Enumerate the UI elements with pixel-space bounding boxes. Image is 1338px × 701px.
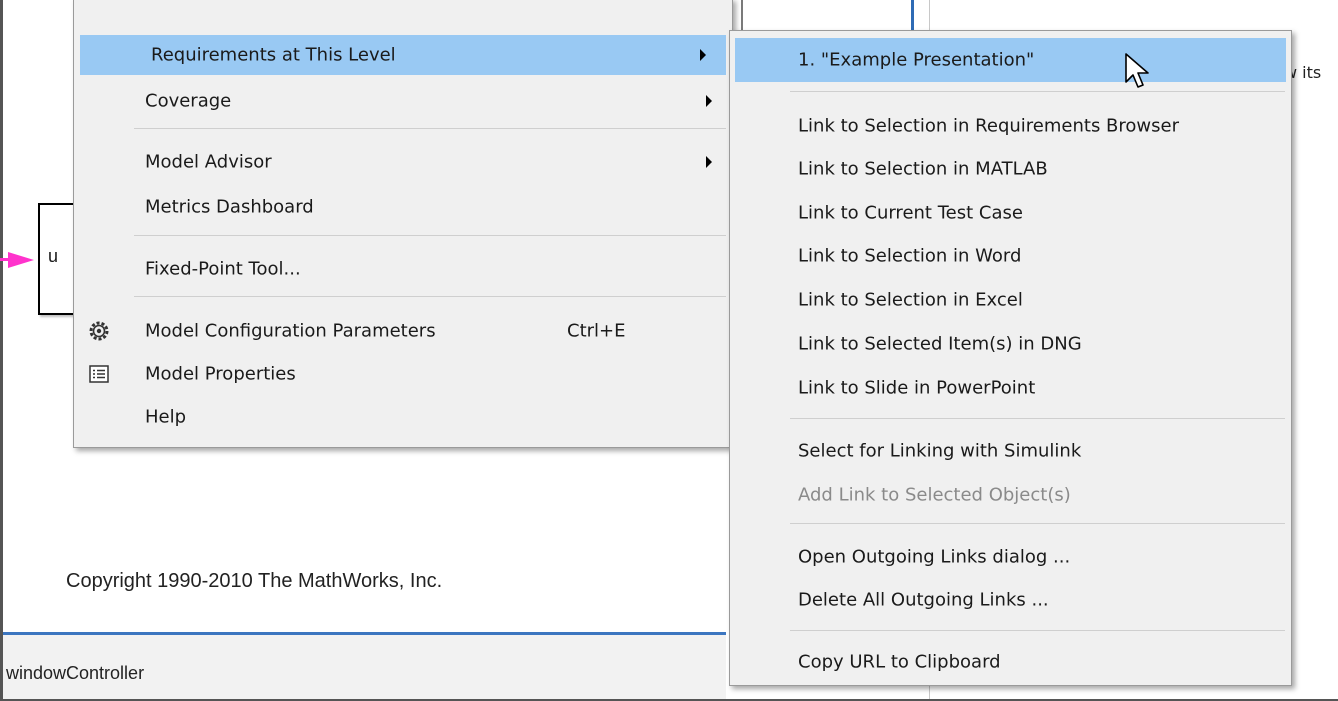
menu-item-label: Select for Linking with Simulink [798,440,1082,462]
menu-item-label: Link to Selection in Word [798,245,1022,267]
submenu-item-link-dng[interactable]: Link to Selected Item(s) in DNG [730,324,1291,364]
status-bar-model-name[interactable]: windowController [6,663,144,684]
menu-item-metrics-dashboard[interactable]: Metrics Dashboard [74,187,732,227]
submenu-arrow-icon [706,95,712,107]
status-bar-accent-line [3,632,726,635]
menu-separator [790,523,1285,524]
submenu-arrow-icon [700,49,706,61]
menu-item-label: Model Advisor [145,151,272,173]
menu-separator [134,296,726,297]
properties-list-icon [88,363,110,385]
menu-item-model-advisor[interactable]: Model Advisor [74,142,732,182]
signal-arrow-icon [8,252,34,268]
window-border-left [0,0,3,701]
submenu-item-copy-url[interactable]: Copy URL to Clipboard [730,642,1291,682]
menu-item-requirements-at-this-level[interactable]: Requirements at This Level [80,35,726,75]
submenu-item-delete-outgoing-links[interactable]: Delete All Outgoing Links ... [730,580,1291,620]
submenu-item-link-word[interactable]: Link to Selection in Word [730,236,1291,276]
menu-item-label: Requirements at This Level [151,44,396,66]
menu-item-label: Copy URL to Clipboard [798,651,1001,673]
menu-item-label: Metrics Dashboard [145,196,314,218]
submenu-item-link-matlab[interactable]: Link to Selection in MATLAB [730,149,1291,189]
submenu-arrow-icon [706,156,712,168]
block-port-label: u [48,246,59,266]
menu-item-label: Fixed-Point Tool... [145,258,301,280]
menu-item-label: Model Properties [145,363,296,385]
menu-item-model-properties[interactable]: Model Properties [74,354,732,394]
menu-item-label: Link to Selection in MATLAB [798,158,1048,180]
menu-item-label: Link to Selection in Excel [798,289,1023,311]
submenu-item-link-test-case[interactable]: Link to Current Test Case [730,193,1291,233]
shortcut-label: Ctrl+E [567,320,626,342]
menu-separator [134,235,726,236]
submenu-item-link-requirements-browser[interactable]: Link to Selection in Requirements Browse… [730,106,1291,146]
menu-item-label: Coverage [145,90,232,112]
menu-item-label: Delete All Outgoing Links ... [798,589,1049,611]
submenu-item-open-outgoing-links[interactable]: Open Outgoing Links dialog ... [730,537,1291,577]
submenu-item-link-powerpoint[interactable]: Link to Slide in PowerPoint [730,368,1291,408]
menu-separator [134,128,726,129]
menu-item-label: Link to Current Test Case [798,202,1023,224]
menu-item-label: Link to Selection in Requirements Browse… [798,115,1179,137]
submenu-item-link-excel[interactable]: Link to Selection in Excel [730,280,1291,320]
menu-item-help[interactable]: Help [74,397,732,437]
gear-icon [88,320,110,342]
menu-item-fixed-point-tool[interactable]: Fixed-Point Tool... [74,249,732,289]
submenu-item-add-link-disabled: Add Link to Selected Object(s) [730,475,1291,515]
menu-item-label: Link to Selected Item(s) in DNG [798,333,1082,355]
mouse-cursor-icon [1123,52,1153,92]
menu-item-label: Model Configuration Parameters [145,320,436,342]
menu-item-model-configuration-parameters[interactable]: Model Configuration Parameters Ctrl+E [74,311,732,351]
context-menu: Requirements at This Level Coverage Mode… [73,0,733,448]
menu-separator [790,630,1285,631]
requirements-submenu: 1. "Example Presentation" Link to Select… [729,30,1292,686]
menu-item-label: Add Link to Selected Object(s) [798,484,1071,506]
submenu-item-select-for-linking[interactable]: Select for Linking with Simulink [730,431,1291,471]
menu-item-label: Help [145,406,187,428]
copyright-annotation: Copyright 1990-2010 The MathWorks, Inc. [66,570,443,592]
submenu-item-example-presentation[interactable]: 1. "Example Presentation" [735,38,1286,82]
menu-separator [790,91,1285,92]
menu-item-coverage[interactable]: Coverage [74,81,732,121]
menu-item-label: 1. "Example Presentation" [798,49,1035,71]
menu-item-label: Open Outgoing Links dialog ... [798,546,1071,568]
menu-separator [790,418,1285,419]
menu-item-label: Link to Slide in PowerPoint [798,377,1036,399]
